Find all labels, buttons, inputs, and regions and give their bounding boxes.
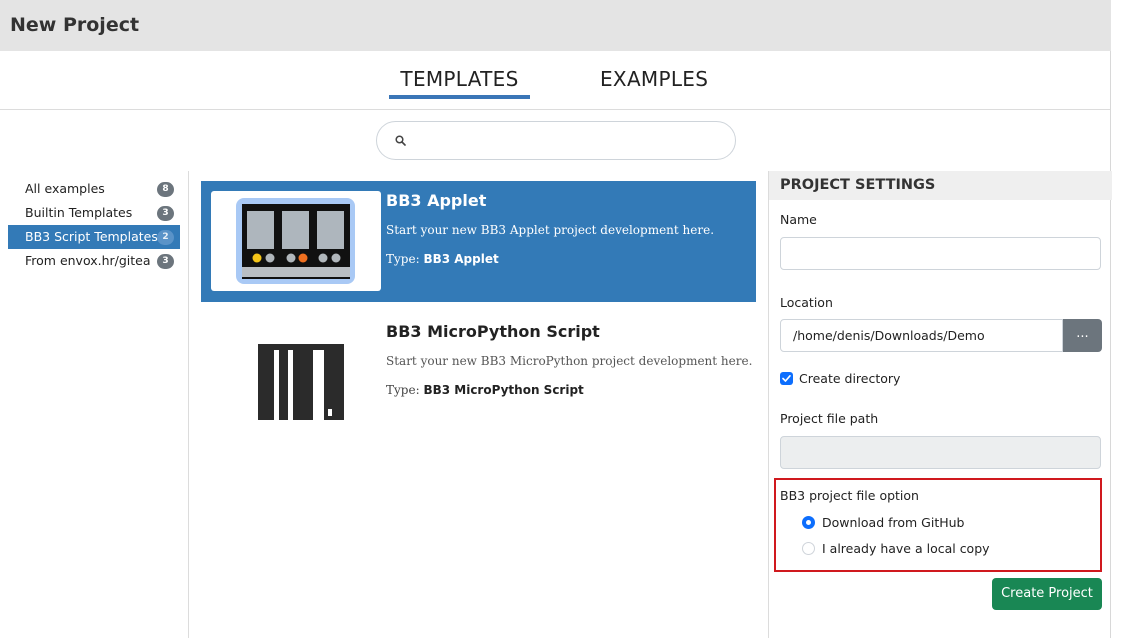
radio-label-local-copy[interactable]: I already have a local copy: [822, 541, 990, 556]
sidebar-item-label: From envox.hr/gitea: [25, 253, 151, 268]
file-option-title: BB3 project file option: [780, 488, 919, 503]
create-project-button[interactable]: Create Project: [992, 578, 1102, 610]
radio-download-from-github[interactable]: [802, 516, 815, 529]
search-input[interactable]: [417, 128, 717, 154]
template-thumbnail: [211, 322, 381, 422]
radio-local-copy[interactable]: [802, 542, 815, 555]
create-directory-checkbox[interactable]: [780, 372, 793, 385]
browse-button[interactable]: ...: [1063, 319, 1102, 352]
settings-header: PROJECT SETTINGS: [769, 171, 1112, 200]
template-description: Start your new BB3 Applet project develo…: [386, 223, 715, 237]
sidebar: All examples 8 Builtin Templates 3 BB3 S…: [0, 171, 189, 638]
sidebar-item-all-examples[interactable]: All examples 8: [8, 177, 180, 201]
location-input[interactable]: [781, 320, 1062, 351]
sidebar-item-builtin-templates[interactable]: Builtin Templates 3: [8, 201, 180, 225]
project-file-path-input: [781, 437, 1100, 468]
micropython-logo-icon: [258, 344, 344, 420]
sidebar-item-label: Builtin Templates: [25, 205, 133, 220]
title-bar: New Project: [0, 0, 1111, 51]
file-option-group: BB3 project file option Download from Gi…: [774, 478, 1102, 572]
count-badge: 8: [157, 182, 174, 197]
count-badge: 2: [157, 230, 174, 245]
template-title: BB3 Applet: [386, 191, 487, 210]
location-field[interactable]: [780, 319, 1063, 352]
create-directory-label: Create directory: [799, 371, 901, 386]
project-file-path-field: [780, 436, 1101, 469]
project-settings-panel: PROJECT SETTINGS Name Location ... Creat…: [768, 171, 1112, 638]
template-type-prefix: Type:: [386, 383, 420, 397]
checkmark-icon: [782, 375, 791, 382]
sidebar-item-label: All examples: [25, 181, 105, 196]
right-divider: [1110, 51, 1111, 638]
name-field[interactable]: [780, 237, 1101, 270]
project-file-path-label: Project file path: [780, 411, 879, 426]
location-label: Location: [780, 295, 833, 310]
sidebar-item-label: BB3 Script Templates: [25, 229, 158, 244]
template-thumbnail: [211, 191, 381, 291]
tab-examples[interactable]: EXAMPLES: [600, 67, 708, 91]
radio-label-download-from-github[interactable]: Download from GitHub: [822, 515, 965, 530]
template-card-bb3-micropython-script[interactable]: BB3 MicroPython Script Start your new BB…: [201, 312, 756, 433]
name-input[interactable]: [781, 238, 1100, 269]
template-type: Type: BB3 Applet: [386, 252, 499, 266]
template-title: BB3 MicroPython Script: [386, 322, 600, 341]
template-type-prefix: Type:: [386, 252, 420, 266]
sidebar-item-from-envox-gitea[interactable]: From envox.hr/gitea 3: [8, 249, 180, 273]
sidebar-item-bb3-script-templates[interactable]: BB3 Script Templates 2: [8, 225, 180, 249]
tab-bar: TEMPLATES EXAMPLES: [0, 51, 1110, 110]
window-title: New Project: [10, 14, 140, 36]
search-icon: [395, 135, 406, 146]
template-type-value: BB3 MicroPython Script: [423, 383, 584, 397]
count-badge: 3: [157, 206, 174, 221]
template-description: Start your new BB3 MicroPython project d…: [386, 354, 753, 368]
template-card-bb3-applet[interactable]: BB3 Applet Start your new BB3 Applet pro…: [201, 181, 756, 302]
template-type-value: BB3 Applet: [423, 252, 499, 266]
search-box[interactable]: [376, 121, 736, 160]
count-badge: 3: [157, 254, 174, 269]
settings-title: PROJECT SETTINGS: [780, 177, 936, 193]
bb3-device-icon: [236, 198, 355, 284]
name-label: Name: [780, 212, 817, 227]
tab-templates[interactable]: TEMPLATES: [389, 67, 530, 91]
active-tab-indicator: [389, 95, 530, 99]
template-type: Type: BB3 MicroPython Script: [386, 383, 584, 397]
